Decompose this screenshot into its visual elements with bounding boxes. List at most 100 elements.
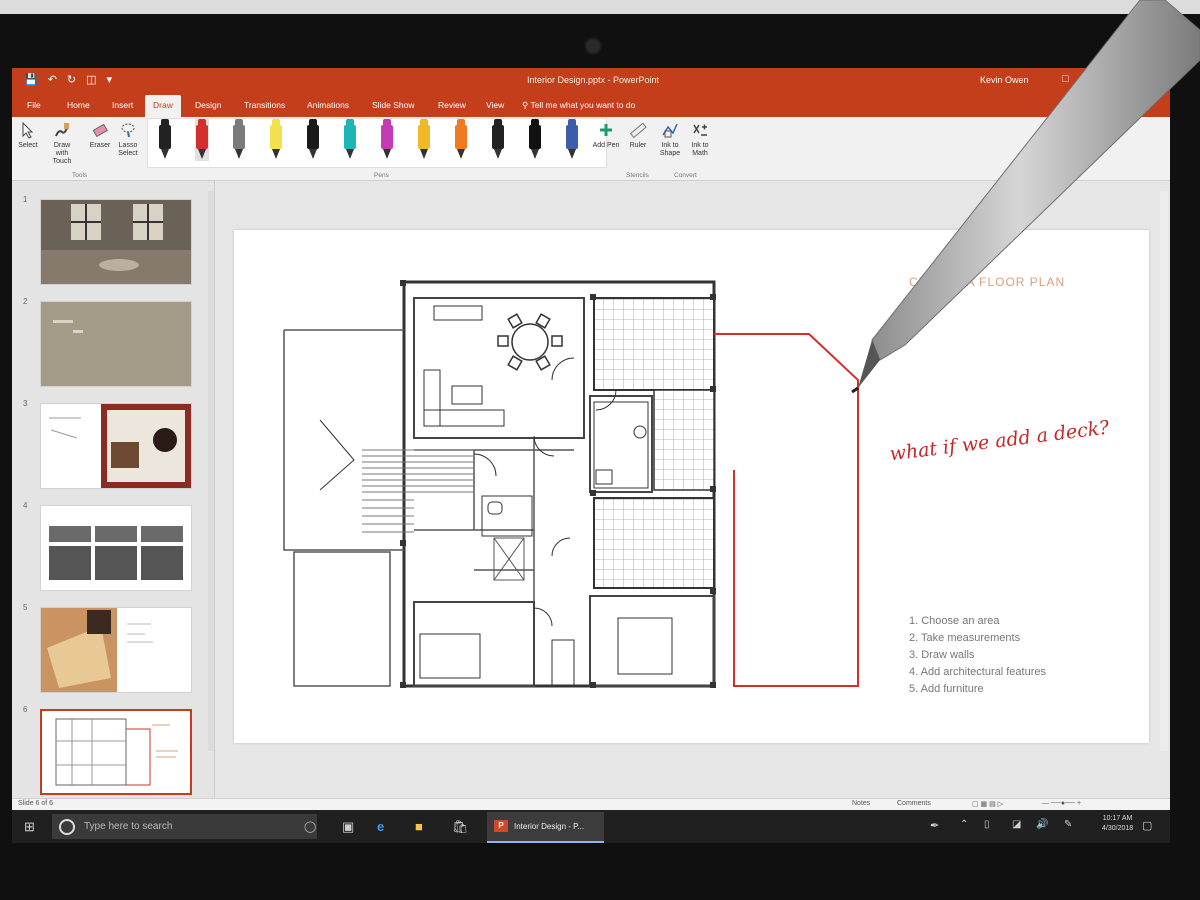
pen-swatch[interactable] — [380, 119, 394, 161]
add-pen-button[interactable]: Add Pen — [592, 121, 620, 150]
lasso-select-button[interactable]: Lasso Select — [114, 121, 142, 158]
pen-swatch[interactable] — [528, 119, 542, 161]
slide-canvas[interactable]: CREATE A FLOOR PLAN what if we add a dec… — [234, 230, 1149, 743]
thumb-number: 2 — [23, 297, 28, 306]
battery-icon[interactable]: ▯ — [984, 819, 990, 830]
slide-thumbnails-pane: 1 2 3 4 5 6 — [12, 181, 215, 798]
zoom-slider[interactable]: — ──●── + — [1042, 800, 1081, 807]
start-from-beginning-icon[interactable]: ◫ — [86, 73, 96, 86]
lasso-select-label: Lasso Select — [118, 142, 138, 157]
pen-body — [344, 125, 356, 149]
thumbnails-scrollbar[interactable] — [208, 191, 214, 751]
thumb-number: 6 — [23, 705, 28, 714]
edge-icon[interactable]: e — [377, 819, 384, 834]
ruler-label: Ruler — [629, 142, 647, 149]
view-buttons[interactable]: ▢ ▦ ▤ ▷ — [972, 800, 1003, 808]
tab-draw[interactable]: Draw — [145, 95, 181, 117]
close-icon[interactable]: ✕ — [1128, 73, 1137, 86]
comments-button[interactable]: Comments — [897, 800, 931, 807]
select-label: Select — [18, 142, 38, 149]
tell-me-box[interactable]: ⚲ Tell me what you want to do — [522, 100, 635, 111]
taskbar-clock[interactable]: 10:17 AM 4/30/2018 — [1102, 814, 1133, 834]
pen-swatch[interactable] — [417, 119, 431, 161]
pen-body — [529, 125, 541, 149]
taskbar-search[interactable]: Type here to search ◯ — [52, 814, 317, 839]
tab-insert[interactable]: Insert — [112, 100, 133, 110]
step-item: 1. Choose an area — [909, 615, 1000, 627]
tab-home[interactable]: Home — [67, 100, 90, 110]
ruler-button[interactable]: Ruler — [624, 121, 652, 150]
restore-icon[interactable]: □ — [1062, 73, 1069, 86]
pen-swatch[interactable] — [269, 119, 283, 161]
task-view-icon[interactable]: ▣ — [342, 819, 354, 835]
tab-animations[interactable]: Animations — [307, 100, 349, 110]
pen-swatch[interactable] — [158, 119, 172, 161]
redo-icon[interactable]: ↻ — [67, 73, 76, 86]
tab-design[interactable]: Design — [195, 100, 221, 110]
notifications-icon[interactable]: ▢ — [1142, 819, 1152, 832]
file-explorer-icon[interactable]: ■ — [415, 819, 423, 834]
tab-transitions[interactable]: Transitions — [244, 100, 285, 110]
convert-group-label: Convert — [674, 172, 697, 179]
step-item: 2. Take measurements — [909, 632, 1021, 644]
wifi-icon[interactable]: ◪ — [1012, 819, 1021, 830]
pen-tip — [309, 149, 317, 159]
save-icon[interactable]: 💾 — [24, 73, 38, 86]
customize-qat-icon[interactable]: ▾ — [107, 73, 113, 86]
slide-thumbnail-1[interactable] — [40, 199, 192, 285]
select-button[interactable]: Select — [14, 121, 42, 150]
editor-scrollbar[interactable] — [1160, 191, 1168, 751]
slide-thumbnail-3[interactable] — [40, 403, 192, 489]
slide-thumbnail-4[interactable] — [40, 505, 192, 591]
pen-body — [196, 125, 208, 149]
tools-group-label: Tools — [72, 172, 88, 179]
quick-access-toolbar: 💾 ↶ ↻ ◫ ▾ — [24, 73, 112, 86]
add-pen-icon — [600, 124, 612, 136]
pen-tip — [161, 149, 169, 159]
slide-thumbnail-6[interactable] — [40, 709, 192, 795]
show-hidden-icons-icon[interactable]: ⌃ — [960, 819, 968, 830]
pen-icon[interactable]: ✎ — [1064, 819, 1072, 830]
eraser-label: Eraser — [89, 142, 111, 149]
slide-thumbnail-2[interactable] — [40, 301, 192, 387]
thumb-number: 3 — [23, 399, 28, 408]
pen-swatch[interactable] — [306, 119, 320, 161]
ink-to-shape-button[interactable]: Ink to Shape — [656, 121, 684, 158]
undo-icon[interactable]: ↶ — [48, 73, 57, 86]
pen-swatch[interactable] — [491, 119, 505, 161]
eraser-button[interactable]: Eraser — [86, 121, 114, 150]
windows-start-icon[interactable]: ⊞ — [24, 819, 35, 835]
microphone-icon[interactable]: ◯ — [304, 820, 316, 833]
store-icon[interactable]: 🛍 — [452, 819, 469, 835]
thumb-number: 1 — [23, 195, 28, 204]
draw-with-touch-button[interactable]: Draw with Touch — [48, 121, 76, 166]
thumb-grid — [41, 506, 191, 590]
tab-view[interactable]: View — [486, 100, 504, 110]
ink-to-math-button[interactable]: Ink to Math — [686, 121, 714, 158]
tab-slide-show[interactable]: Slide Show — [372, 100, 415, 110]
eraser-icon — [92, 123, 108, 138]
pen-swatch[interactable] — [454, 119, 468, 161]
pen-swatch[interactable] — [565, 119, 579, 161]
pen-swatch[interactable] — [343, 119, 357, 161]
search-placeholder: Type here to search — [84, 821, 173, 832]
powerpoint-taskbar-button[interactable]: P Interior Design - P... — [487, 812, 604, 843]
notes-button[interactable]: Notes — [852, 800, 870, 807]
tab-file[interactable]: File — [27, 100, 41, 110]
pen-tip — [494, 149, 502, 159]
ribbon-body: Select Draw with Touch Eraser Lasso Sele… — [12, 117, 1170, 181]
pen-tip — [198, 149, 206, 159]
user-name[interactable]: Kevin Owen — [980, 75, 1029, 85]
pen-swatch[interactable] — [232, 119, 246, 161]
window-controls: □ — ✕ — [1062, 73, 1137, 86]
volume-icon[interactable]: 🔊 — [1036, 819, 1048, 830]
pen-tip — [383, 149, 391, 159]
pen-swatch[interactable] — [195, 119, 209, 161]
pen-tip — [568, 149, 576, 159]
tablet-device: 💾 ↶ ↻ ◫ ▾ Interior Design.pptx - PowerPo… — [0, 0, 1200, 900]
pen-workspace-icon[interactable]: ✒ — [930, 819, 939, 832]
thumb-collage — [41, 404, 191, 488]
tab-review[interactable]: Review — [438, 100, 466, 110]
minimize-icon[interactable]: — — [1093, 73, 1104, 86]
slide-thumbnail-5[interactable] — [40, 607, 192, 693]
